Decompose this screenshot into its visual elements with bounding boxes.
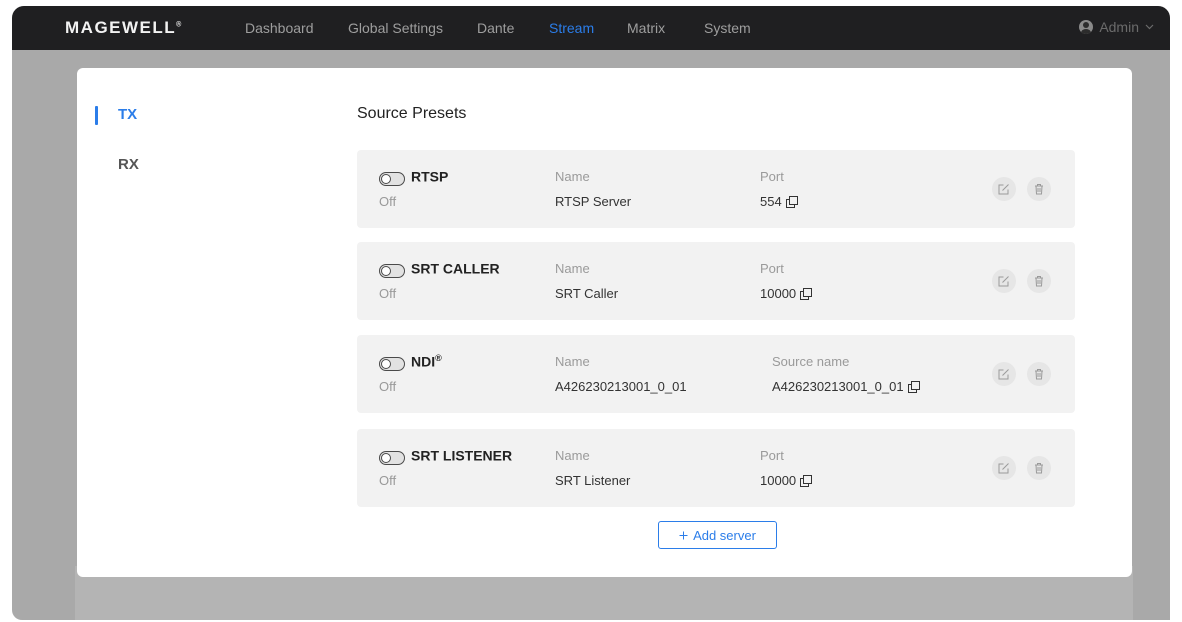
status-text: Off [379,286,397,301]
name-label: Name [555,448,590,463]
delete-button[interactable] [1027,456,1051,480]
user-icon [1079,20,1094,34]
enable-toggle[interactable] [379,172,405,186]
source-name-label: Source name [772,354,850,369]
preset-card-ndi: NDI® Off Name A426230213001_0_01 Source … [357,335,1075,413]
nav-dashboard[interactable]: Dashboard [245,20,314,36]
edit-button[interactable] [992,269,1016,293]
status-text: Off [379,473,397,488]
nav-system[interactable]: System [704,20,751,36]
name-label: Name [555,261,590,276]
top-navigation-bar: MAGEWELL® Dashboard Global Settings Dant… [12,6,1170,50]
edit-icon [998,276,1009,287]
protocol-label: NDI® [411,353,442,370]
name-value: RTSP Server [555,194,632,209]
port-value: 554 [760,194,782,209]
port-value: 10000 [760,473,797,488]
nav-stream[interactable]: Stream [549,20,594,36]
protocol-label: RTSP [411,168,449,185]
preset-card-rtsp: RTSP Off Name RTSP Server Port 554 [357,150,1075,228]
edit-icon [998,463,1009,474]
chevron-down-icon [1145,24,1154,30]
user-menu[interactable]: Admin [1079,19,1154,35]
magewell-logo: MAGEWELL® [65,18,182,37]
active-tab-indicator [95,106,98,125]
preset-card-srt-caller: SRT CALLER Off Name SRT Caller Port 1000… [357,242,1075,320]
edit-icon [998,369,1009,380]
name-value: A426230213001_0_01 [555,379,687,394]
name-label: Name [555,354,590,369]
edit-icon [998,184,1009,195]
trash-icon [1035,463,1043,474]
trash-icon [1035,184,1043,195]
section-title: Source Presets [357,105,467,122]
protocol-label: SRT CALLER [411,260,500,277]
protocol-label: SRT LISTENER [411,447,513,464]
copy-icon[interactable] [800,474,813,487]
enable-toggle[interactable] [379,264,405,278]
app-window: MAGEWELL® Dashboard Global Settings Dant… [12,6,1170,620]
status-text: Off [379,194,397,209]
port-label: Port [760,261,784,276]
enable-toggle[interactable] [379,357,405,371]
delete-button[interactable] [1027,177,1051,201]
port-label: Port [760,448,784,463]
tab-tx[interactable]: TX [118,106,137,123]
source-name-value: A426230213001_0_01 [772,379,904,394]
name-label: Name [555,169,590,184]
name-value: SRT Listener [555,473,631,488]
nav-dante[interactable]: Dante [477,20,514,36]
tab-rx[interactable]: RX [118,156,139,173]
edit-button[interactable] [992,362,1016,386]
stream-panel: TX RX Source Presets RTSP Off Name RTSP … [77,68,1132,577]
trash-icon [1035,276,1043,287]
copy-icon[interactable] [800,287,813,300]
delete-button[interactable] [1027,362,1051,386]
port-field: 10000 [760,473,813,488]
name-value: SRT Caller [555,286,619,301]
add-server-button[interactable]: Add server [658,521,777,549]
trash-icon [1035,369,1043,380]
enable-toggle[interactable] [379,451,405,465]
plus-icon [679,531,688,539]
port-label: Port [760,169,784,184]
copy-icon[interactable] [907,380,920,393]
port-field: 554 [760,194,798,209]
port-field: 10000 [760,286,813,301]
copy-icon[interactable] [785,195,798,208]
edit-button[interactable] [992,177,1016,201]
nav-global-settings[interactable]: Global Settings [348,20,443,36]
nav-matrix[interactable]: Matrix [627,20,665,36]
delete-button[interactable] [1027,269,1051,293]
source-name-field: A426230213001_0_01 [772,379,920,394]
add-server-label: Add server [693,527,756,543]
status-text: Off [379,379,397,394]
port-value: 10000 [760,286,797,301]
preset-card-srt-listener: SRT LISTENER Off Name SRT Listener Port … [357,429,1075,507]
user-name: Admin [1099,19,1139,35]
edit-button[interactable] [992,456,1016,480]
